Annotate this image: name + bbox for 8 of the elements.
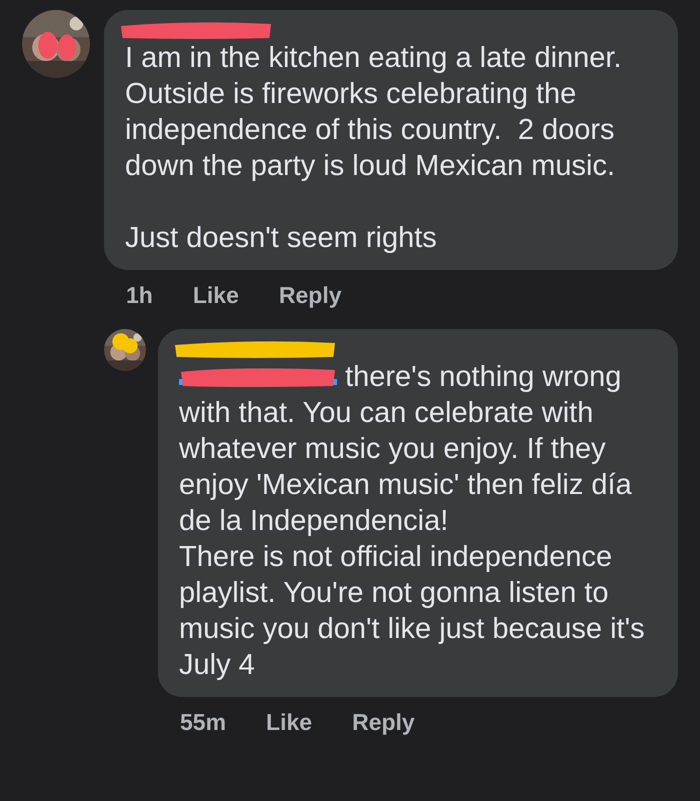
reply-link[interactable]: Reply [352,709,415,736]
reply-link[interactable]: Reply [278,282,342,309]
timestamp: 1h [126,282,153,309]
comment-text: I am in the kitchen eating a late dinner. Outside is fireworks celebrating the independence of this country. 2 doors down the party is loud Mexican music. Just doesn't seem rights [125,41,623,256]
like-link[interactable]: Like [266,709,312,736]
comment-text: there's nothing wrong with that. You can celebrate with whatever music you enjoy. If they enjoy 'Mexican music' then feliz día de la Independencia! There is not official independence playlist. You're not gonna listen to music you don't like just because it's July 4 [179,360,646,683]
timestamp: 55m [180,709,226,736]
like-link[interactable]: Like [192,282,239,309]
